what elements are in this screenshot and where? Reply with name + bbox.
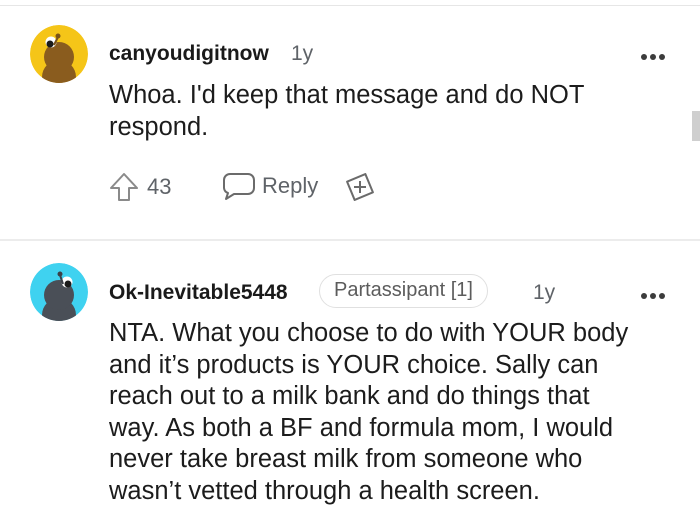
user-flair: Partassipant [1] — [319, 274, 488, 308]
comment-line: NTA. What you choose to do with YOUR bod… — [109, 319, 629, 347]
reply-button[interactable]: Reply — [222, 171, 318, 201]
more-options-icon[interactable] — [640, 48, 666, 66]
user-avatar[interactable] — [30, 25, 88, 83]
reply-label: Reply — [262, 173, 319, 198]
top-divider — [0, 5, 700, 6]
comment-line: way. As both a BF and formula mom, I wou… — [109, 413, 614, 442]
timestamp: 1y — [533, 281, 556, 304]
scrollbar-thumb[interactable] — [692, 111, 700, 141]
comment-line: Whoa. I'd keep that message and do NOT — [109, 81, 585, 109]
reply-bubble-icon — [223, 173, 255, 200]
user-avatar[interactable] — [30, 263, 88, 321]
comment-line: and it’s products is YOUR choice. Sally … — [109, 350, 599, 379]
award-button[interactable] — [344, 171, 376, 203]
comment-body: Whoa. I'd keep that message and do NOT r… — [109, 80, 584, 143]
upvote-button[interactable]: 43 — [108, 172, 171, 202]
comment-line: never take breast milk from someone who — [109, 445, 583, 473]
vote-count: 43 — [147, 174, 172, 199]
username[interactable]: Ok-Inevitable5448 — [109, 281, 288, 305]
award-plus-icon — [346, 173, 374, 201]
comment-line: respond. — [109, 112, 209, 141]
username[interactable]: canyoudigitnow — [109, 42, 269, 66]
timestamp: 1y — [291, 42, 314, 65]
comment-line: reach out to a milk bank and do things t… — [109, 382, 590, 410]
comment-body: NTA. What you choose to do with YOUR bod… — [109, 318, 628, 507]
more-options-icon[interactable] — [640, 287, 666, 305]
upvote-arrow-icon[interactable] — [108, 172, 140, 202]
comment-line: wasn’t vetted through a health screen. — [109, 476, 540, 505]
comment-divider — [0, 239, 700, 241]
